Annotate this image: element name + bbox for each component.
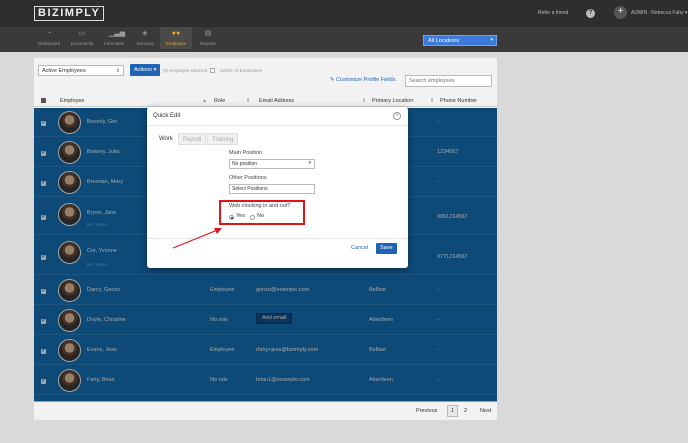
documents-icon: ▭ xyxy=(78,30,86,37)
nav-reports[interactable]: ▤ Reports xyxy=(192,30,224,46)
nav-label: Documents xyxy=(70,41,94,46)
select-all-label: Select All Employees xyxy=(220,68,263,73)
page-2-button[interactable]: 2 xyxy=(464,405,467,417)
divider xyxy=(147,238,408,239)
tab-work[interactable]: Work xyxy=(155,133,177,145)
search-input[interactable] xyxy=(405,75,492,87)
location-select-value: All Locations xyxy=(428,38,460,44)
cancel-button[interactable]: Cancel xyxy=(351,245,368,251)
reports-icon: ▤ xyxy=(204,30,212,37)
col-location[interactable]: Primary Location xyxy=(372,98,413,104)
nav-label: Dashboard xyxy=(37,41,60,46)
modal-title: Quick Edit xyxy=(153,113,181,119)
header-checkbox[interactable] xyxy=(41,98,46,103)
pagination: Previous 1 2 Next xyxy=(34,401,497,420)
caret-down-icon: ▾ xyxy=(490,37,493,43)
employee-icon: ●● xyxy=(171,30,181,37)
main-position-select[interactable]: No position ▾ xyxy=(229,159,315,169)
col-email[interactable]: Email Address xyxy=(259,98,294,104)
employee-filter-select[interactable]: Active Employees ⇕ xyxy=(38,65,124,76)
plus-icon[interactable]: + xyxy=(614,6,627,19)
selected-count: (0) employee selected xyxy=(163,68,208,73)
filter-value: Active Employees xyxy=(42,68,86,74)
sort-icon[interactable]: ⇕ xyxy=(362,98,366,104)
forecasts-icon: ▁▃▅ xyxy=(109,30,126,37)
customize-label: Customize Profile Fields xyxy=(336,77,396,83)
tab-payroll[interactable]: Payroll xyxy=(178,133,207,145)
services-icon: ◈ xyxy=(142,30,148,37)
top-bar: BIZIMPLY Refer a friend ? + ADMIN : Rebe… xyxy=(0,0,688,27)
col-phone[interactable]: Phone Number xyxy=(440,98,477,104)
nav-label: Employee xyxy=(165,41,186,46)
nav-dashboard[interactable]: ◔ Dashboard xyxy=(33,30,65,46)
dashboard-icon: ◔ xyxy=(46,30,52,37)
nav-forecasts[interactable]: ▁▃▅ Forecasts xyxy=(98,30,130,46)
divider xyxy=(147,125,408,126)
sort-up-icon[interactable]: ▲ xyxy=(202,98,207,104)
other-positions-label: Other Positions xyxy=(229,175,267,181)
nav-documents[interactable]: ▭ Documents xyxy=(66,30,98,46)
caret-down-icon: ▾ xyxy=(308,160,311,166)
col-employee[interactable]: Employee xyxy=(60,98,84,104)
actions-button[interactable]: Actions ▾ xyxy=(130,64,161,76)
col-role[interactable]: Role xyxy=(214,98,225,104)
annotation-highlight-box xyxy=(219,200,305,225)
nav-label: Forecasts xyxy=(104,41,124,46)
refer-friend-link[interactable]: Refer a friend xyxy=(538,10,568,16)
tab-training[interactable]: Training xyxy=(207,133,239,145)
nav-label: Services xyxy=(136,41,154,46)
app-logo[interactable]: BIZIMPLY xyxy=(34,6,105,21)
next-page-button[interactable]: Next xyxy=(480,405,491,417)
main-position-value: No position xyxy=(232,161,258,167)
other-positions-input[interactable]: Select Positions xyxy=(229,184,315,194)
quick-edit-modal: Quick Edit × Work Payroll Training Main … xyxy=(147,107,408,268)
main-nav: ◔ Dashboard ▭ Documents ▁▃▅ Forecasts ◈ … xyxy=(0,27,688,52)
location-select[interactable]: All Locations ▾ xyxy=(423,35,497,46)
save-button[interactable]: Save xyxy=(376,243,397,254)
main-position-label: Main Position xyxy=(229,150,263,156)
nav-employee[interactable]: ●● Employee xyxy=(160,27,192,49)
page-1-button[interactable]: 1 xyxy=(447,405,458,417)
updown-caret-icon: ⇕ xyxy=(115,68,120,74)
nav-services[interactable]: ◈ Services xyxy=(129,30,161,46)
sort-icon[interactable]: ⇕ xyxy=(430,98,434,104)
sort-icon[interactable]: ⇕ xyxy=(246,98,250,104)
select-all-checkbox[interactable] xyxy=(210,68,215,73)
help-icon[interactable]: ? xyxy=(586,9,595,18)
table-header: Employee ▲ Role ⇕ Email Address ⇕ Primar… xyxy=(34,95,497,107)
user-menu[interactable]: ADMIN : Rebecca Fahy ▾ xyxy=(631,10,687,16)
previous-page-button[interactable]: Previous xyxy=(416,405,437,417)
close-icon[interactable]: × xyxy=(393,112,401,120)
customize-profile-fields-link[interactable]: ✎ Customize Profile Fields xyxy=(330,77,395,83)
nav-label: Reports xyxy=(200,41,216,46)
